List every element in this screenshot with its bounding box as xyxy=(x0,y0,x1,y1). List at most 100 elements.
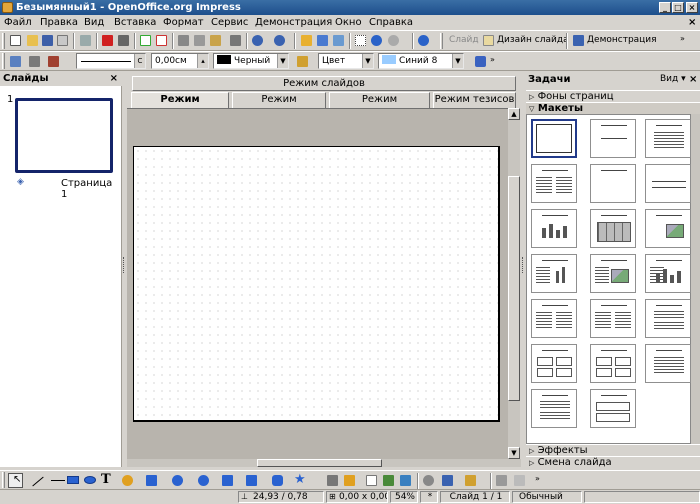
layout-thumbnail[interactable] xyxy=(590,164,636,203)
layout-thumbnail[interactable] xyxy=(590,254,636,293)
menu-insert[interactable]: Вставка xyxy=(114,16,156,29)
navigator-icon[interactable] xyxy=(369,33,384,48)
chevron-down-icon[interactable]: ▼ xyxy=(362,54,373,68)
layout-thumbnail[interactable] xyxy=(645,119,691,158)
scroll-thumb[interactable] xyxy=(508,176,520,401)
slide-thumbnail[interactable] xyxy=(15,98,113,173)
align-icon[interactable] xyxy=(440,473,455,488)
layout-thumbnail[interactable] xyxy=(645,344,691,383)
close-document-icon[interactable]: × xyxy=(688,16,696,29)
line-icon[interactable] xyxy=(27,54,42,69)
menu-slideshow[interactable]: Демонстрация xyxy=(255,16,332,29)
paste-icon[interactable] xyxy=(208,33,223,48)
layout-thumbnail[interactable] xyxy=(531,344,577,383)
ellipse-tool-icon[interactable] xyxy=(84,476,96,484)
chevron-down-icon[interactable]: ▼ xyxy=(277,54,288,68)
line-color-combo[interactable]: Черный ▼ xyxy=(213,53,289,69)
layout-thumbnail[interactable] xyxy=(645,299,691,338)
layout-thumbnail[interactable] xyxy=(531,299,577,338)
splitter-handle[interactable] xyxy=(123,257,125,273)
chart-icon[interactable] xyxy=(299,33,314,48)
splitter-handle[interactable] xyxy=(522,257,524,273)
format-paintbrush-icon[interactable] xyxy=(228,33,243,48)
scroll-thumb-h[interactable] xyxy=(257,459,382,467)
redo-icon[interactable] xyxy=(272,33,287,48)
layout-thumbnail[interactable] xyxy=(531,119,577,158)
symbol-shapes-icon[interactable] xyxy=(196,473,211,488)
layout-thumbnail[interactable] xyxy=(531,164,577,203)
vertical-scrollbar[interactable]: ▲ ▼ xyxy=(508,108,520,459)
toolbar-overflow-icon[interactable]: » xyxy=(535,474,540,483)
text-tool-icon[interactable]: T xyxy=(101,472,111,487)
tab-drawing[interactable]: Режим рисования xyxy=(131,92,229,119)
rectangle-tool-icon[interactable] xyxy=(67,476,79,484)
layouts-scrollbar[interactable] xyxy=(691,114,700,444)
basic-shapes-icon[interactable] xyxy=(170,473,185,488)
area-style-combo[interactable]: Цвет ▼ xyxy=(318,53,374,69)
extrusion-icon[interactable] xyxy=(494,473,509,488)
scroll-up-icon[interactable]: ▲ xyxy=(508,108,520,120)
help-icon[interactable] xyxy=(416,33,431,48)
menu-file[interactable]: Файл xyxy=(4,16,32,29)
from-file-icon[interactable] xyxy=(381,473,396,488)
slide-design-button[interactable]: Дизайн слайда xyxy=(497,35,569,45)
fontwork-icon[interactable] xyxy=(364,473,379,488)
arrow-line-tool-icon[interactable] xyxy=(51,480,65,481)
maximize-button[interactable]: □ xyxy=(672,2,684,13)
slide-canvas[interactable] xyxy=(133,146,500,422)
curve-tool-icon[interactable] xyxy=(120,473,135,488)
layout-thumbnail[interactable] xyxy=(645,254,691,293)
save-icon[interactable] xyxy=(40,33,55,48)
select-arrow-icon[interactable]: ↖ xyxy=(8,473,23,488)
slideshow-button[interactable]: Демонстрация xyxy=(587,35,657,45)
layout-thumbnail[interactable] xyxy=(590,209,636,248)
layout-thumbnail[interactable] xyxy=(531,389,577,428)
toolbar-grip[interactable] xyxy=(2,472,5,488)
menu-help[interactable]: Справка xyxy=(369,16,413,29)
toolbar-overflow-icon[interactable]: » xyxy=(680,34,685,43)
tasks-view-menu[interactable]: Вид ▾ xyxy=(660,73,686,86)
callouts-icon[interactable] xyxy=(270,473,285,488)
flowchart-icon[interactable] xyxy=(244,473,259,488)
slide-button[interactable]: Слайд xyxy=(449,35,479,45)
open-icon[interactable] xyxy=(25,33,40,48)
layout-thumbnail[interactable] xyxy=(645,209,691,248)
menu-format[interactable]: Формат xyxy=(163,16,204,29)
menu-window[interactable]: Окно xyxy=(335,16,362,29)
arrow-style-icon[interactable] xyxy=(46,54,61,69)
glue-points-icon[interactable] xyxy=(342,473,357,488)
area-icon[interactable] xyxy=(295,54,310,69)
interaction-icon[interactable] xyxy=(512,473,527,488)
slide-design-icon[interactable] xyxy=(481,33,496,48)
menu-view[interactable]: Вид xyxy=(84,16,104,29)
autospell-icon[interactable] xyxy=(154,33,169,48)
close-icon[interactable]: × xyxy=(689,73,697,86)
cut-icon[interactable] xyxy=(176,33,191,48)
section-effects[interactable]: ▷ Эффекты xyxy=(526,444,700,456)
shadow-icon[interactable] xyxy=(473,54,488,69)
status-zoom[interactable]: 54% xyxy=(390,491,418,503)
section-layouts[interactable]: ▽ Макеты xyxy=(526,102,700,114)
layout-thumbnail[interactable] xyxy=(590,119,636,158)
slideshow-icon[interactable] xyxy=(571,33,586,48)
copy-icon[interactable] xyxy=(192,33,207,48)
tab-notes[interactable]: Режим примечаний xyxy=(329,92,430,119)
menu-edit[interactable]: Правка xyxy=(40,16,78,29)
layout-thumbnail[interactable] xyxy=(531,254,577,293)
zoom-icon[interactable] xyxy=(386,33,401,48)
new-icon[interactable] xyxy=(8,33,23,48)
section-master-pages[interactable]: ▷ Фоны страниц xyxy=(526,90,700,102)
spellcheck-icon[interactable] xyxy=(138,33,153,48)
layout-thumbnail[interactable] xyxy=(590,344,636,383)
minimize-button[interactable]: _ xyxy=(659,2,671,13)
gallery-icon[interactable] xyxy=(398,473,413,488)
connector-tool-icon[interactable] xyxy=(144,473,159,488)
toolbar-grip[interactable] xyxy=(2,33,5,49)
chevron-down-icon[interactable]: ▼ xyxy=(452,54,463,68)
layout-thumbnail[interactable] xyxy=(645,164,691,203)
tab-outline[interactable]: Режим структуры xyxy=(232,92,326,119)
chevron-down-icon[interactable]: C xyxy=(134,54,145,68)
menu-tools[interactable]: Сервис xyxy=(211,16,248,29)
line-width-field[interactable]: 0,00см ▴ xyxy=(151,53,209,69)
arrange-icon[interactable] xyxy=(463,473,478,488)
